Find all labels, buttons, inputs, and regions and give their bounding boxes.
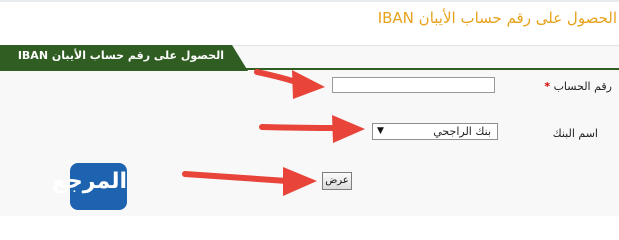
pointer-arrow-icon	[182, 167, 317, 196]
watermark-logo-text: المرجع	[51, 169, 127, 194]
pointer-arrow-icon	[254, 69, 325, 99]
pointer-arrow-icon	[259, 115, 365, 143]
watermark-logo: المرجع	[51, 163, 127, 210]
